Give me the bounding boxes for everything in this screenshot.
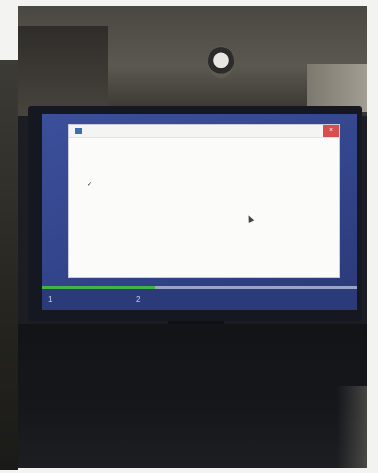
left-background-strip: [0, 60, 18, 470]
progress-fill: [42, 286, 156, 289]
install-step: [87, 203, 97, 210]
room-shadow: [18, 26, 108, 116]
wall-emblem: [208, 46, 234, 78]
install-step: [87, 196, 97, 203]
room-object: [307, 64, 367, 112]
stage-number: 1: [48, 295, 53, 304]
close-icon[interactable]: ×: [323, 125, 339, 137]
mouse-cursor-icon: [245, 214, 255, 223]
setup-app-icon: [75, 128, 82, 134]
installer-screen: × ✓ 1 2: [42, 114, 357, 310]
stage-number: 2: [136, 295, 141, 304]
install-steps: ✓: [87, 182, 97, 217]
install-step: ✓: [87, 182, 97, 189]
check-icon: ✓: [87, 182, 93, 188]
photo: × ✓ 1 2: [18, 6, 367, 468]
stage-1: 1: [48, 295, 56, 304]
stage-2: 2: [136, 295, 144, 304]
install-step: [87, 210, 97, 217]
setup-dialog: × ✓: [68, 124, 340, 278]
desk-reflection: [337, 386, 367, 468]
install-step-current: [87, 189, 97, 196]
desk: [18, 324, 367, 468]
progress-track: [42, 286, 357, 289]
setup-stage-bar: 1 2: [42, 286, 357, 310]
monitor: × ✓ 1 2: [28, 106, 362, 321]
dialog-titlebar: ×: [69, 125, 339, 138]
